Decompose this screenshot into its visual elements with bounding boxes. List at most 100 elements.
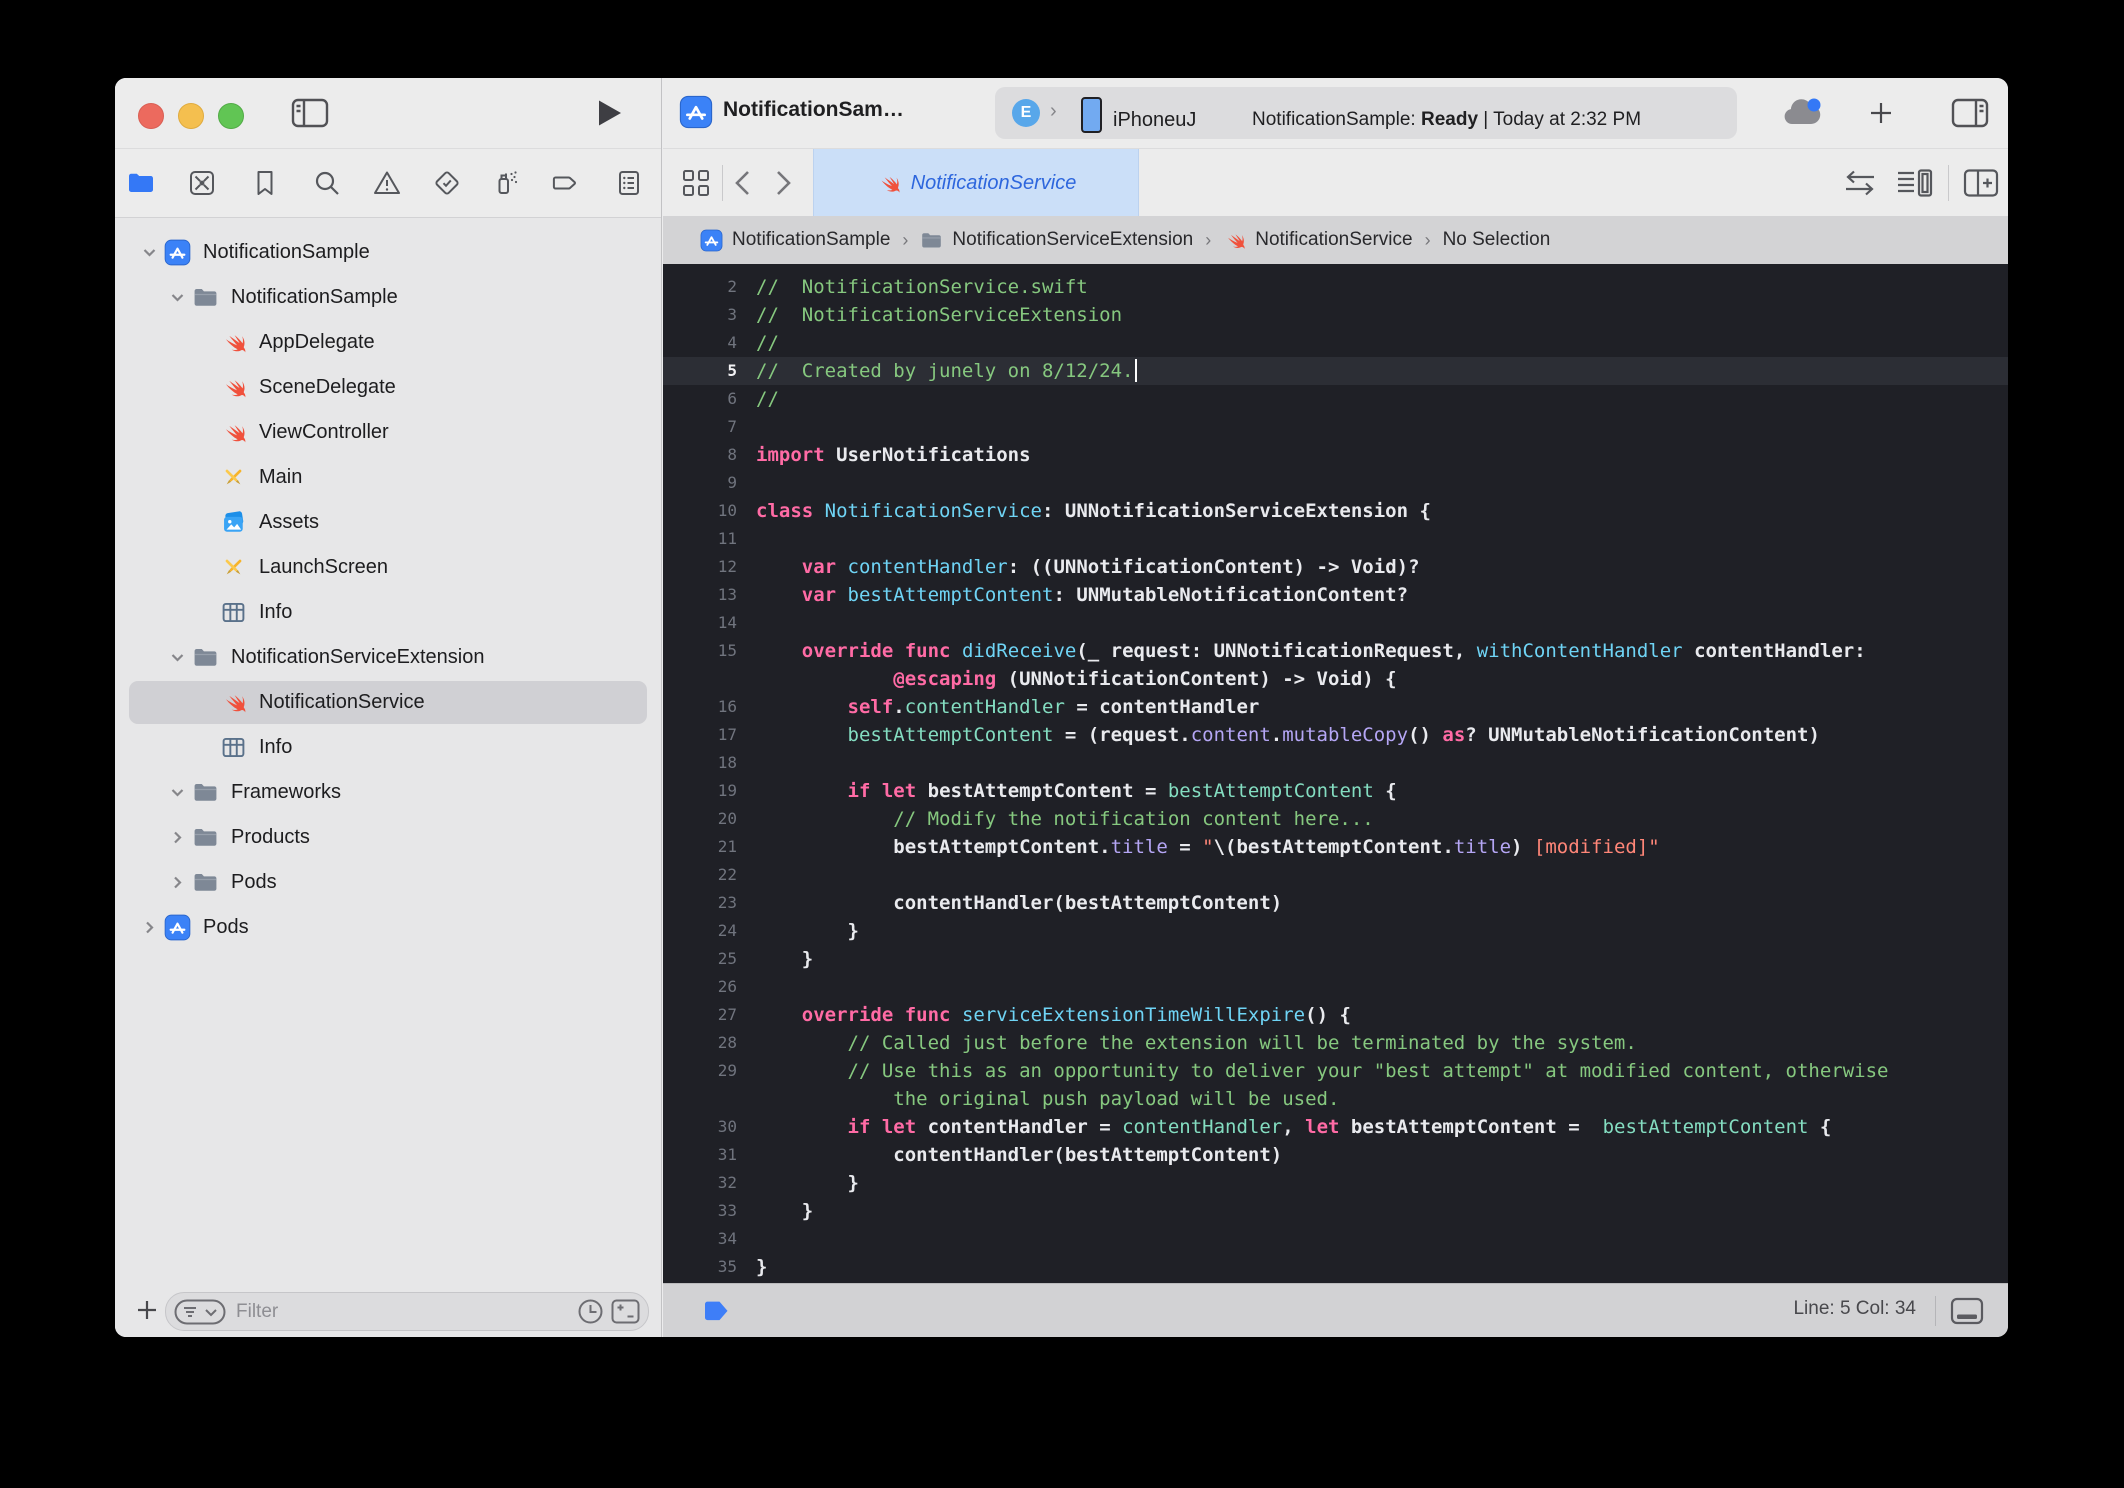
tree-item-main[interactable]: Main <box>115 455 660 500</box>
adjust-editor-options-icon[interactable] <box>1896 168 1934 198</box>
test-navigator-icon[interactable] <box>432 168 462 198</box>
disclosure-chevron-down-icon[interactable] <box>166 647 188 669</box>
zoom-window-button[interactable] <box>218 103 244 129</box>
source-control-status-icon[interactable] <box>611 1298 640 1325</box>
disclosure-chevron-down-icon[interactable] <box>166 287 188 309</box>
minimap-tag-icon[interactable] <box>701 1298 731 1324</box>
cloud-sync-icon[interactable] <box>1781 96 1825 130</box>
breadcrumb-notificationserviceextension[interactable]: NotificationServiceExtension <box>920 229 1193 252</box>
code-review-icon[interactable] <box>1843 170 1877 196</box>
run-button[interactable] <box>597 99 623 127</box>
disclosure-chevron-down-icon[interactable] <box>138 242 160 264</box>
close-window-button[interactable] <box>138 103 164 129</box>
code-line-4[interactable]: 4// <box>663 329 2008 357</box>
code-line-31[interactable]: 31 contentHandler(bestAttemptContent) <box>663 1141 2008 1169</box>
tree-item-pods[interactable]: Pods <box>115 860 660 905</box>
disclosure-chevron-right-icon[interactable] <box>138 917 160 939</box>
iphone-device-icon[interactable] <box>1081 97 1102 133</box>
source-control-navigator-icon[interactable] <box>187 168 217 198</box>
code-line-13[interactable]: 13 var bestAttemptContent: UNMutableNoti… <box>663 581 2008 609</box>
disclosure-chevron-right-icon[interactable] <box>166 827 188 849</box>
filter-field[interactable]: Filter <box>165 1292 649 1331</box>
project-navigator-icon[interactable] <box>126 168 156 198</box>
code-line-8[interactable]: 8import UserNotifications <box>663 441 2008 469</box>
line-number: 9 <box>663 469 737 497</box>
tree-item-assets[interactable]: Assets <box>115 500 660 545</box>
tree-item-pods[interactable]: Pods <box>115 905 660 950</box>
recent-files-clock-icon[interactable] <box>577 1298 604 1325</box>
code-line-35[interactable]: 35} <box>663 1253 2008 1281</box>
code-line-7[interactable]: 7 <box>663 413 2008 441</box>
code-line-28[interactable]: 28 // Called just before the extension w… <box>663 1029 2008 1057</box>
code-line-wrap[interactable]: @escaping (UNNotificationContent) -> Voi… <box>663 665 2008 693</box>
minimize-window-button[interactable] <box>178 103 204 129</box>
code-line-23[interactable]: 23 contentHandler(bestAttemptContent) <box>663 889 2008 917</box>
bookmark-navigator-icon[interactable] <box>250 168 280 198</box>
code-line-26[interactable]: 26 <box>663 973 2008 1001</box>
tree-item-launchscreen[interactable]: LaunchScreen <box>115 545 660 590</box>
editor-tab-notificationservice[interactable]: NotificationService <box>813 149 1139 217</box>
disclosure-chevron-down-icon[interactable] <box>166 782 188 804</box>
code-line-19[interactable]: 19 if let bestAttemptContent = bestAttem… <box>663 777 2008 805</box>
tree-item-info[interactable]: Info <box>115 590 660 635</box>
disclosure-chevron-right-icon[interactable] <box>166 872 188 894</box>
code-line-6[interactable]: 6// <box>663 385 2008 413</box>
source-editor[interactable]: 2// NotificationService.swift3// Notific… <box>663 264 2008 1283</box>
code-line-18[interactable]: 18 <box>663 749 2008 777</box>
tree-item-notificationservice[interactable]: NotificationService <box>115 680 660 725</box>
add-editor-icon[interactable] <box>1963 168 1999 198</box>
code-line-21[interactable]: 21 bestAttemptContent.title = "\(bestAtt… <box>663 833 2008 861</box>
tree-item-viewcontroller[interactable]: ViewController <box>115 410 660 455</box>
go-forward-icon[interactable] <box>775 169 793 197</box>
code-line-5[interactable]: 5// Created by junely on 8/12/24. <box>663 357 2008 385</box>
editor-only-mode-icon[interactable] <box>1950 1297 1984 1325</box>
breadcrumb-notificationsample[interactable]: NotificationSample <box>700 229 890 252</box>
code-line-12[interactable]: 12 var contentHandler: ((UNNotificationC… <box>663 553 2008 581</box>
tree-item-scenedelegate[interactable]: SceneDelegate <box>115 365 660 410</box>
code-line-15[interactable]: 15 override func didReceive(_ request: U… <box>663 637 2008 665</box>
report-navigator-icon[interactable] <box>614 168 644 198</box>
breakpoint-navigator-icon[interactable] <box>550 168 580 198</box>
tree-item-frameworks[interactable]: Frameworks <box>115 770 660 815</box>
filter-funnel-icon[interactable] <box>174 1299 226 1325</box>
code-line-30[interactable]: 30 if let contentHandler = contentHandle… <box>663 1113 2008 1141</box>
code-line-24[interactable]: 24 } <box>663 917 2008 945</box>
code-line-17[interactable]: 17 bestAttemptContent = (request.content… <box>663 721 2008 749</box>
code-line-20[interactable]: 20 // Modify the notification content he… <box>663 805 2008 833</box>
code-line-29[interactable]: 29 // Use this as an opportunity to deli… <box>663 1057 2008 1085</box>
code-line-2[interactable]: 2// NotificationService.swift <box>663 273 2008 301</box>
toggle-navigator-icon[interactable] <box>291 97 329 129</box>
code-line-16[interactable]: 16 self.contentHandler = contentHandler <box>663 693 2008 721</box>
tree-item-products[interactable]: Products <box>115 815 660 860</box>
run-destination[interactable]: iPhoneuJ <box>1113 109 1196 132</box>
tree-item-notificationsample[interactable]: NotificationSample <box>115 275 660 320</box>
code-line-14[interactable]: 14 <box>663 609 2008 637</box>
code-line-22[interactable]: 22 <box>663 861 2008 889</box>
related-items-icon[interactable] <box>681 168 711 198</box>
code-line-27[interactable]: 27 override func serviceExtensionTimeWil… <box>663 1001 2008 1029</box>
tree-item-appdelegate[interactable]: AppDelegate <box>115 320 660 365</box>
debug-navigator-icon[interactable] <box>490 168 520 198</box>
code-line-25[interactable]: 25 } <box>663 945 2008 973</box>
code-line-11[interactable]: 11 <box>663 525 2008 553</box>
go-back-icon[interactable] <box>733 169 751 197</box>
breadcrumb-no-selection[interactable]: No Selection <box>1443 229 1551 251</box>
issue-navigator-icon[interactable] <box>372 168 402 198</box>
code-line-34[interactable]: 34 <box>663 1225 2008 1253</box>
scheme-app-badge[interactable]: E <box>1012 99 1040 127</box>
code-line-3[interactable]: 3// NotificationServiceExtension <box>663 301 2008 329</box>
find-navigator-icon[interactable] <box>312 168 342 198</box>
breadcrumb-notificationservice[interactable]: NotificationService <box>1223 229 1412 252</box>
tree-item-info[interactable]: Info <box>115 725 660 770</box>
code-line-10[interactable]: 10class NotificationService: UNNotificat… <box>663 497 2008 525</box>
tree-item-notificationsample[interactable]: NotificationSample <box>115 230 660 275</box>
line-number: 16 <box>663 693 737 721</box>
tree-item-notificationserviceextension[interactable]: NotificationServiceExtension <box>115 635 660 680</box>
code-line-wrap[interactable]: the original push payload will be used. <box>663 1085 2008 1113</box>
toggle-inspector-icon[interactable] <box>1951 97 1989 129</box>
code-line-32[interactable]: 32 } <box>663 1169 2008 1197</box>
add-toolbar-icon[interactable] <box>1868 100 1894 126</box>
code-line-9[interactable]: 9 <box>663 469 2008 497</box>
code-line-33[interactable]: 33 } <box>663 1197 2008 1225</box>
add-file-icon[interactable] <box>135 1298 159 1322</box>
